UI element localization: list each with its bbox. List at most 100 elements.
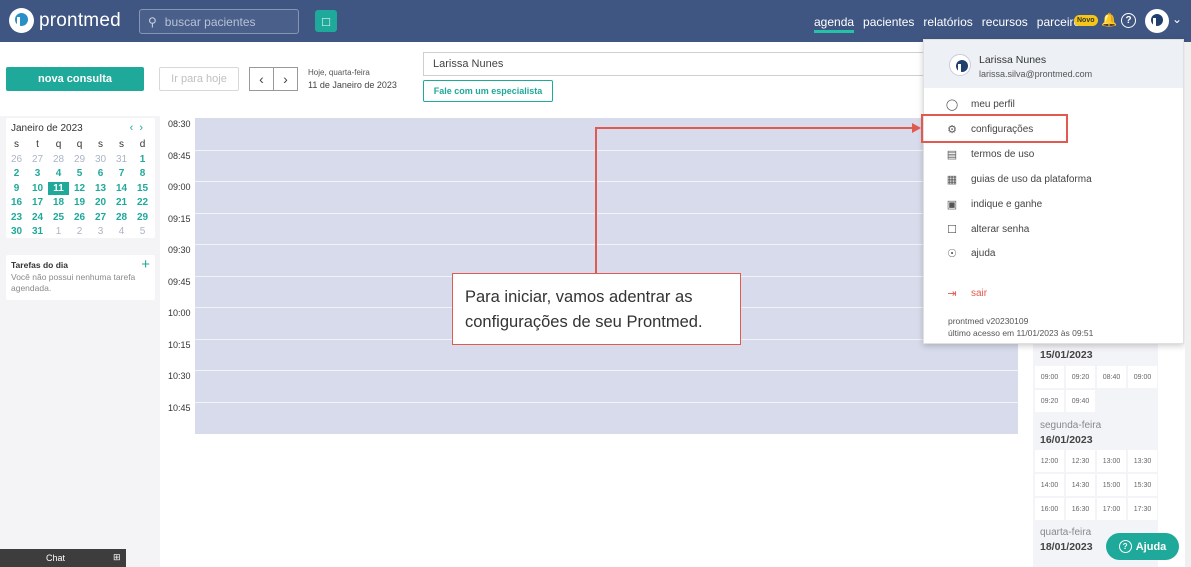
calendar-day[interactable]: 24: [27, 211, 48, 225]
calendar-day[interactable]: 17: [27, 196, 48, 210]
time-slot[interactable]: 08:40: [1097, 366, 1126, 388]
calendar-day[interactable]: 4: [111, 225, 132, 239]
chat-bar[interactable]: Chat ⊞: [0, 549, 126, 567]
calendar-day[interactable]: 11: [48, 181, 69, 195]
help-icon[interactable]: ?: [1121, 13, 1136, 28]
calendar-day[interactable]: 29: [132, 211, 153, 225]
calendar-day[interactable]: 18: [48, 196, 69, 210]
calendar-day[interactable]: 3: [27, 167, 48, 181]
time-slot[interactable]: 16:00: [1035, 498, 1064, 520]
menu-item-guides[interactable]: ▦ guias de uso da plataforma: [945, 173, 1092, 186]
search-input[interactable]: ⚲ buscar pacientes: [139, 9, 299, 34]
calendar-day[interactable]: 12: [69, 182, 90, 196]
bell-icon[interactable]: 🔔: [1101, 12, 1117, 28]
new-appointment-button[interactable]: nova consulta: [6, 67, 144, 91]
time-slot[interactable]: 17:30: [1128, 498, 1157, 520]
previous-day-button[interactable]: ‹: [249, 67, 274, 91]
calendar-day[interactable]: 8: [132, 167, 153, 181]
time-slot[interactable]: 09:40: [1066, 390, 1095, 412]
time-label: 09:00: [168, 182, 191, 192]
expand-icon[interactable]: ⊞: [113, 552, 121, 563]
calendar-day[interactable]: 6: [90, 167, 111, 181]
nav-relatorios[interactable]: relatórios: [923, 15, 972, 33]
menu-item-help[interactable]: ☉ ajuda: [945, 247, 995, 260]
doctor-select[interactable]: Larissa Nunes: [423, 52, 933, 76]
menu-item-referral[interactable]: ▣ indique e ganhe: [945, 198, 1042, 211]
calendar-day[interactable]: 31: [27, 225, 48, 239]
calendar-day[interactable]: 29: [69, 153, 90, 167]
calendar-nav[interactable]: ‹›: [130, 122, 149, 134]
day-date: 16/01/2023: [1040, 434, 1093, 446]
time-slot[interactable]: 09:00: [1128, 366, 1157, 388]
time-slot[interactable]: 09:20: [1066, 366, 1095, 388]
calendar-day[interactable]: 28: [111, 211, 132, 225]
schedule-row-line: [195, 149, 1018, 151]
time-slot[interactable]: 17:00: [1097, 498, 1126, 520]
calendar-day[interactable]: 14: [111, 182, 132, 196]
calendar-day[interactable]: 23: [6, 211, 27, 225]
calendar-day[interactable]: 7: [111, 167, 132, 181]
menu-item-terms[interactable]: ▤ termos de uso: [945, 148, 1035, 161]
calendar-day[interactable]: 5: [69, 167, 90, 181]
time-slot[interactable]: 13:00: [1097, 450, 1126, 472]
calendar-day[interactable]: 13: [90, 182, 111, 196]
chevron-right-icon[interactable]: ›: [139, 122, 149, 134]
time-slot[interactable]: 12:00: [1035, 450, 1064, 472]
menu-item-profile[interactable]: ◯ meu perfil: [945, 98, 1015, 111]
calendar-day[interactable]: 30: [90, 153, 111, 167]
calendar-day[interactable]: 3: [90, 225, 111, 239]
time-slot[interactable]: 14:30: [1066, 474, 1095, 496]
time-slot[interactable]: 09:20: [1035, 390, 1064, 412]
help-button-label: Ajuda: [1135, 540, 1167, 553]
calendar-day[interactable]: 30: [6, 225, 27, 239]
menu-item-change-password[interactable]: ☐ alterar senha: [945, 223, 1029, 236]
time-slot[interactable]: 12:30: [1066, 450, 1095, 472]
time-slot[interactable]: 13:30: [1128, 450, 1157, 472]
time-slot[interactable]: 09:00: [1035, 366, 1064, 388]
calendar-day[interactable]: 27: [90, 211, 111, 225]
calendar-day[interactable]: 16: [6, 196, 27, 210]
user-name: Larissa Nunes: [979, 54, 1047, 66]
time-slot[interactable]: 15:30: [1128, 474, 1157, 496]
chevron-left-icon: ‹: [259, 71, 264, 87]
time-slot[interactable]: 16:30: [1066, 498, 1095, 520]
time-slot[interactable]: 15:00: [1097, 474, 1126, 496]
chevron-right-icon: ›: [283, 71, 288, 87]
calendar-day[interactable]: 9: [6, 182, 27, 196]
calendar-day[interactable]: 27: [27, 153, 48, 167]
add-task-icon[interactable]: +: [141, 256, 150, 273]
calendar-day[interactable]: 1: [48, 225, 69, 239]
prontmed-logo[interactable]: prontmed: [9, 8, 121, 33]
calendar-day[interactable]: 28: [48, 153, 69, 167]
calendar-day[interactable]: 2: [6, 167, 27, 181]
next-day-button[interactable]: ›: [273, 67, 298, 91]
calendar-day[interactable]: 15: [132, 182, 153, 196]
calendar-day[interactable]: 1: [132, 153, 153, 167]
calendar-day[interactable]: 19: [69, 196, 90, 210]
calendar-day[interactable]: 25: [48, 211, 69, 225]
calendar-day[interactable]: 10: [27, 182, 48, 196]
talk-to-specialist-button[interactable]: Fale com um especialista: [423, 80, 553, 102]
user-avatar[interactable]: [1145, 9, 1169, 33]
calendar-day[interactable]: 22: [132, 196, 153, 210]
go-to-today-button[interactable]: Ir para hoje: [159, 67, 239, 91]
calendar-day[interactable]: 26: [6, 153, 27, 167]
calendar-day[interactable]: 31: [111, 153, 132, 167]
scrollbar[interactable]: [1185, 42, 1191, 567]
tutorial-connector-line: [595, 127, 597, 273]
nav-agenda[interactable]: agenda: [814, 15, 855, 33]
calendar-day[interactable]: 4: [48, 167, 69, 181]
chevron-down-icon[interactable]: ⌄: [1172, 12, 1182, 26]
calendar-day[interactable]: 2: [69, 225, 90, 239]
chevron-left-icon[interactable]: ‹: [130, 122, 140, 134]
help-button[interactable]: ? Ajuda: [1106, 533, 1179, 560]
calendar-day[interactable]: 5: [132, 225, 153, 239]
calendar-day[interactable]: 21: [111, 196, 132, 210]
calendar-day[interactable]: 26: [69, 211, 90, 225]
menu-item-logout[interactable]: ⇥ sair: [945, 287, 987, 300]
gift-button[interactable]: □: [315, 10, 337, 32]
nav-recursos[interactable]: recursos: [982, 15, 1028, 33]
calendar-day[interactable]: 20: [90, 196, 111, 210]
time-slot[interactable]: 14:00: [1035, 474, 1064, 496]
nav-pacientes[interactable]: pacientes: [863, 15, 914, 33]
